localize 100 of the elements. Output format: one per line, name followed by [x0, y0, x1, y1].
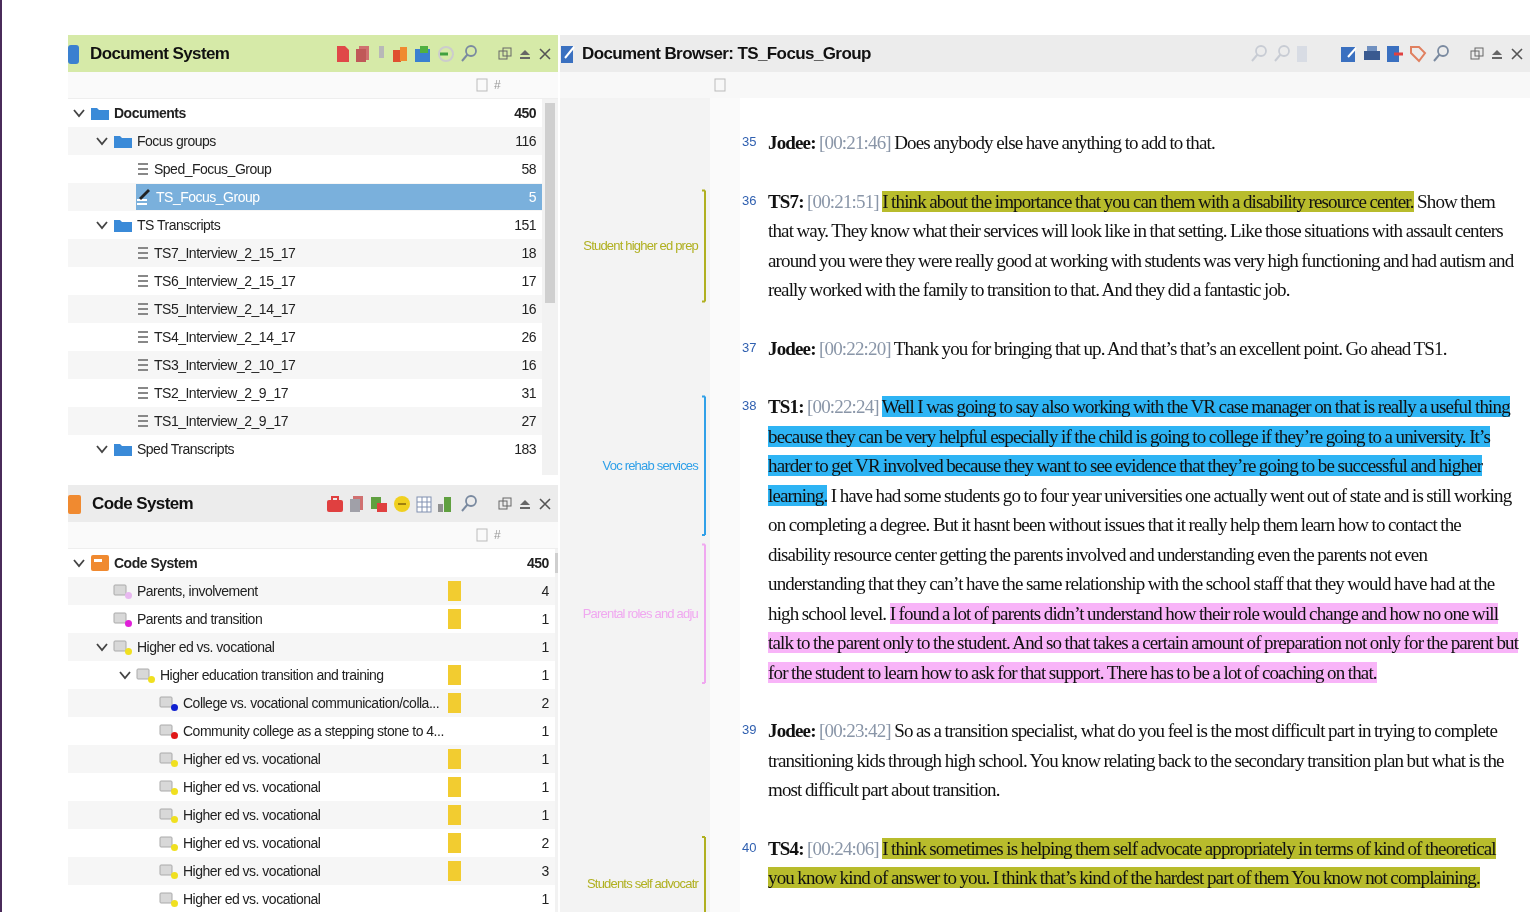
folder-icon [90, 105, 110, 121]
transcript-paragraph: Jodee: [00:22:20] Thank you for bringing that up. And that’s that’s an excellent point. Go ahead TS1. [768, 336, 1448, 361]
panel-title: Document Browser: TS_Focus_Group [582, 43, 871, 64]
transcript-paragraph: TS7: [00:21:51] I think about the importance that you can them with a disability resource center. Show them that way. They know what their services will look like in that setting. Like those situations with assault centers around you were they were really good at working with students was very high functioning and had autism and really worked with the family to transition to that. And they did a fantastic job. [768, 189, 1515, 302]
item-count: 1 [540, 611, 549, 627]
item-count: 1 [540, 779, 549, 795]
item-count: 5 [527, 189, 536, 205]
item-count: 31 [520, 385, 536, 401]
edit-document-icon[interactable] [1340, 44, 1358, 63]
tree-item[interactable]: Higher ed vs. vocational 1 [159, 774, 555, 800]
export-icon[interactable] [1386, 44, 1404, 63]
paragraph-number: 36 [742, 191, 758, 210]
panel-title: Document System [90, 43, 230, 64]
item-count: 1 [540, 807, 549, 823]
document-icon [136, 329, 150, 345]
tree-item[interactable]: Higher ed vs. vocational 1 [159, 886, 555, 912]
close-icon[interactable] [1510, 46, 1524, 61]
emoticon-icon[interactable] [393, 494, 411, 513]
document-icon [136, 357, 150, 373]
item-count: 26 [520, 329, 536, 345]
item-count: 151 [513, 217, 536, 233]
item-count: 2 [540, 835, 549, 851]
document-icon [136, 301, 150, 317]
tree-item[interactable]: TS2_Interview_2_9_17 31 [136, 380, 542, 406]
paragraph-number: 37 [742, 338, 758, 357]
item-count: 4 [540, 583, 549, 599]
document-icon [136, 385, 150, 401]
tree-item[interactable]: Parents and transition 1 [113, 606, 555, 632]
folder-icon [113, 217, 133, 233]
chevron-icon[interactable] [96, 136, 108, 146]
restore-icon[interactable] [498, 496, 512, 511]
document-icon [136, 245, 150, 261]
chevron-icon[interactable] [73, 108, 85, 118]
folder-icon [113, 441, 133, 457]
document-icon [136, 273, 150, 289]
code-system-icon [68, 492, 82, 515]
paragraph-number: 35 [742, 133, 758, 151]
chevron-icon[interactable] [96, 444, 108, 454]
panel-title: Code System [92, 493, 194, 514]
folder-icon[interactable] [414, 44, 432, 63]
printer-icon[interactable] [1363, 44, 1381, 63]
tree-item[interactable]: Sped_Focus_Group 58 [136, 156, 542, 182]
paragraph-number: 39 [742, 721, 758, 739]
item-count: 3 [540, 863, 549, 879]
chevron-icon[interactable] [119, 670, 131, 680]
tree-item[interactable]: Code System 450 [90, 550, 555, 576]
chevron-icon[interactable] [73, 558, 85, 568]
memo-column-icon [714, 78, 726, 92]
item-count: 183 [513, 441, 536, 457]
document-icon [136, 413, 150, 429]
item-count: 1 [540, 667, 549, 683]
tree-item[interactable]: Sped Transcripts 183 [113, 436, 542, 462]
item-count: 1 [540, 639, 549, 655]
search-icon[interactable] [460, 494, 478, 513]
document-browser-icon [560, 43, 576, 64]
tree-item[interactable]: Documents 450 [90, 100, 542, 126]
item-count: 16 [520, 357, 536, 373]
item-count: 58 [520, 161, 536, 177]
item-count: 450 [525, 555, 549, 571]
item-count: 27 [520, 413, 536, 429]
item-count: 17 [520, 273, 536, 289]
table-icon[interactable] [416, 494, 432, 513]
documents-icon[interactable] [355, 44, 371, 63]
paragraph-number: 40 [742, 838, 758, 857]
tree-item[interactable]: Higher ed vs. vocational 2 [159, 830, 555, 856]
documents-icon[interactable] [349, 494, 365, 513]
search-icon[interactable] [460, 44, 478, 63]
tree-item[interactable]: TS6_Interview_2_15_17 17 [136, 268, 542, 294]
item-count: 16 [520, 301, 536, 317]
memo-column-icon [476, 78, 488, 92]
chevron-icon[interactable] [96, 642, 108, 652]
paragraph-number: 38 [742, 397, 758, 415]
transcript-paragraph: TS4: [00:24:06] I think sometimes is helping them self advocate appropriately in terms of kind of theoretical you know kind of answer to you. I think that’s kind of the hardest part of them You know not complaining. [768, 836, 1497, 890]
document-icon [136, 161, 150, 177]
briefcase-icon[interactable] [326, 494, 344, 513]
restore-icon[interactable] [1470, 46, 1484, 61]
chevron-icon[interactable] [96, 220, 108, 230]
scrollbar[interactable] [542, 99, 558, 475]
tree-item[interactable]: TS Transcripts 151 [113, 212, 542, 238]
restore-icon[interactable] [498, 46, 512, 61]
tree-item[interactable]: Higher education transition and training 1 [136, 662, 555, 688]
tree-item[interactable]: TS4_Interview_2_14_17 26 [136, 324, 542, 350]
item-count: 1 [540, 891, 549, 907]
memo-column-icon [476, 528, 488, 542]
item-count: 1 [540, 723, 549, 739]
item-count: 18 [520, 245, 536, 261]
item-count: 1 [540, 751, 549, 767]
document-icon[interactable] [336, 44, 350, 63]
document-system-icon [68, 42, 80, 65]
transcript-paragraph: Jodee: [00:23:42] So as a transition specialist, what do you feel is the most difficult part in trying to complete transitioning kids through high school. You know relating back to the secondary transition plan but what is the most difficult part about transition. [768, 719, 1505, 802]
code-system-icon [90, 554, 110, 572]
close-icon[interactable] [538, 496, 552, 511]
tree-item[interactable]: Community college as a stepping stone to 4... 1 [159, 718, 555, 744]
close-icon[interactable] [538, 46, 552, 61]
item-count: 2 [540, 695, 549, 711]
search-icon[interactable] [1432, 44, 1450, 63]
pencil-document-icon [136, 188, 152, 206]
item-count: 116 [514, 133, 536, 149]
folder-icon [113, 133, 133, 149]
transcript-paragraph: Jodee: [00:21:46] Does anybody else have anything to add to that. [768, 131, 1216, 155]
